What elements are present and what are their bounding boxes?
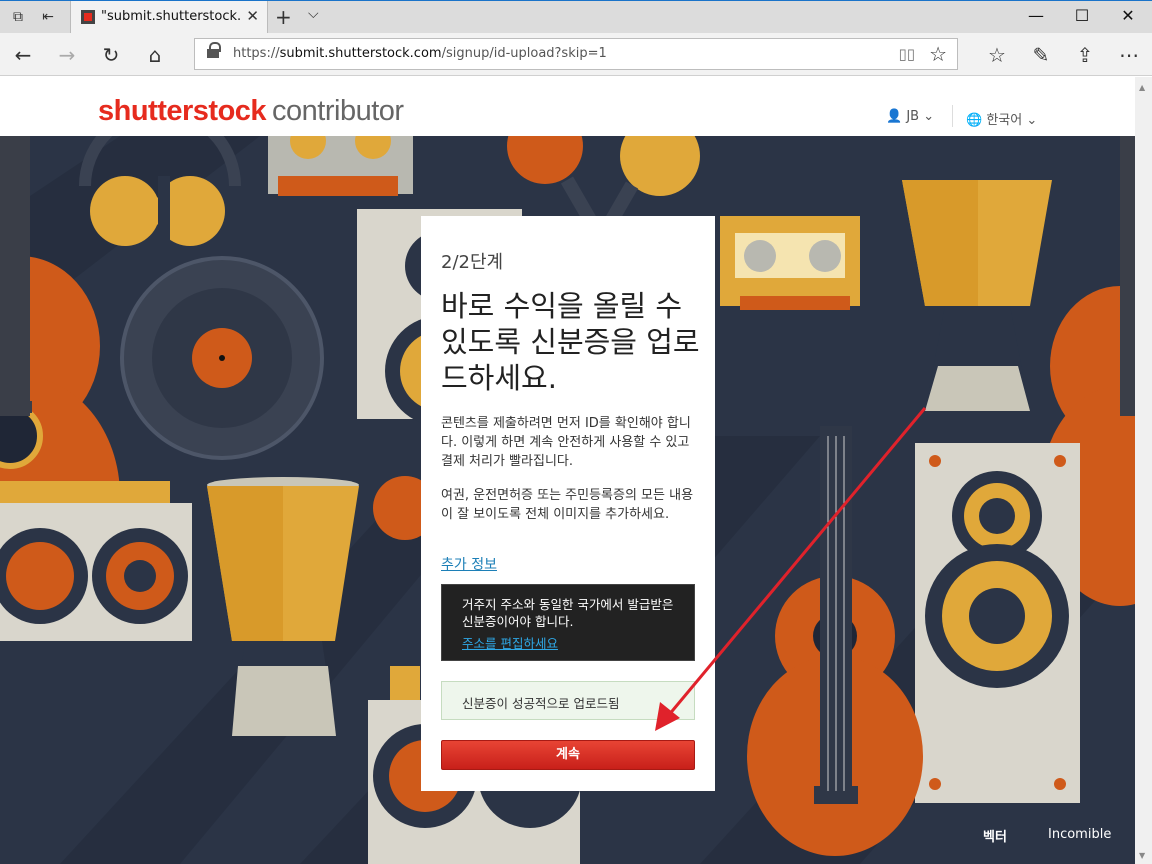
continue-button[interactable]: 계속 — [441, 740, 695, 770]
user-menu[interactable]: 👤 JB ⌄ — [886, 109, 934, 124]
boombox-left — [0, 481, 192, 641]
tab-preview-chevron-icon[interactable]: ⌵ — [308, 6, 319, 22]
reading-view-icon[interactable]: ▯▯ — [898, 45, 915, 63]
share-icon[interactable]: ⇪ — [1072, 43, 1098, 67]
maximize-icon[interactable]: ☐ — [1072, 6, 1092, 25]
page-scrollbar[interactable]: ▲ ▼ — [1135, 77, 1152, 864]
scroll-up-icon[interactable]: ▲ — [1139, 83, 1145, 92]
chevron-down-icon: ⌄ — [1026, 113, 1038, 128]
nav-bar: ← → ↻ ⌂ https://submit.shutterstock.com/… — [0, 33, 1152, 76]
speaker-right — [915, 443, 1080, 803]
header-divider — [952, 105, 953, 127]
cassette-top — [268, 136, 413, 196]
set-tabs-aside-icon[interactable]: ⇤ — [38, 7, 58, 27]
web-note-icon[interactable]: ✎ — [1028, 43, 1054, 67]
shutterstock-logo[interactable]: shutterstock contributor — [98, 95, 404, 128]
back-icon[interactable]: ← — [10, 43, 36, 67]
more-info-link[interactable]: 추가 정보 — [441, 554, 497, 574]
minimize-icon[interactable]: — — [1026, 6, 1046, 25]
tab-title: "submit.shutterstock.co — [101, 9, 241, 24]
address-notice-text: 거주지 주소와 동일한 국가에서 발급받은 신분증이어야 합니다. — [462, 597, 674, 629]
more-menu-icon[interactable]: ⋯ — [1116, 43, 1142, 67]
djembe-right — [902, 180, 1052, 411]
user-icon: 👤 — [886, 109, 903, 124]
edit-address-link[interactable]: 주소를 편집하세요 — [462, 633, 558, 652]
close-window-icon[interactable]: ✕ — [1118, 6, 1138, 25]
upload-success-text: 신분증이 성공적으로 업로드됨 — [462, 696, 620, 711]
home-icon[interactable]: ⌂ — [142, 43, 168, 67]
address-notice: 거주지 주소와 동일한 국가에서 발급받은 신분증이어야 합니다. 주소를 편집… — [441, 584, 695, 661]
new-tab-icon[interactable]: + — [275, 5, 292, 29]
upload-success-alert: 신분증이 성공적으로 업로드됨 — [441, 681, 695, 720]
id-instructions-text: 여권, 운전면허증 또는 주민등록증의 모든 내용이 잘 보이도록 전체 이미지… — [441, 488, 694, 522]
globe-icon: 🌐 — [966, 113, 983, 128]
vinyl-record — [120, 256, 324, 460]
chevron-down-icon: ⌄ — [923, 109, 935, 124]
favorites-hub-icon[interactable]: ☆ — [984, 43, 1010, 67]
tab-bar: ⧉ ⇤ "submit.shutterstock.co ✕ + ⌵ — ☐ ✕ — [0, 0, 1152, 34]
tab-manager-icon[interactable]: ⧉ — [8, 7, 28, 27]
cassette-right — [720, 216, 860, 310]
url-text: https://submit.shutterstock.com/signup/i… — [233, 46, 607, 61]
address-bar[interactable]: https://submit.shutterstock.com/signup/i… — [194, 38, 958, 70]
site-header: shutterstock contributor 👤 JB ⌄ 🌐 한국어 ⌄ — [0, 77, 1135, 136]
forward-icon[interactable]: → — [54, 43, 80, 67]
description-text: 콘텐츠를 제출하려면 먼저 ID를 확인해야 합니다. 이렇게 하면 계속 안전… — [441, 416, 691, 469]
page-title: 바로 수익을 올릴 수 있도록 신분증을 업로드하세요. — [441, 289, 700, 395]
credit-vector-label: 벡터 — [983, 830, 1007, 845]
lock-icon — [207, 42, 221, 59]
refresh-icon[interactable]: ↻ — [98, 43, 124, 67]
credit-author-link[interactable]: Incomible — [1048, 827, 1111, 842]
guitar-center — [747, 426, 923, 856]
id-upload-card: 2/2단계 바로 수익을 올릴 수 있도록 신분증을 업로드하세요. 콘텐츠를 … — [421, 216, 715, 791]
language-menu[interactable]: 🌐 한국어 ⌄ — [966, 109, 1037, 128]
favicon-icon — [81, 10, 95, 24]
close-tab-icon[interactable]: ✕ — [246, 7, 259, 25]
favorite-star-icon[interactable]: ☆ — [929, 42, 947, 66]
scroll-down-icon[interactable]: ▼ — [1139, 851, 1145, 860]
step-indicator: 2/2단계 — [441, 252, 504, 273]
browser-tab[interactable]: "submit.shutterstock.co ✕ — [70, 1, 268, 34]
